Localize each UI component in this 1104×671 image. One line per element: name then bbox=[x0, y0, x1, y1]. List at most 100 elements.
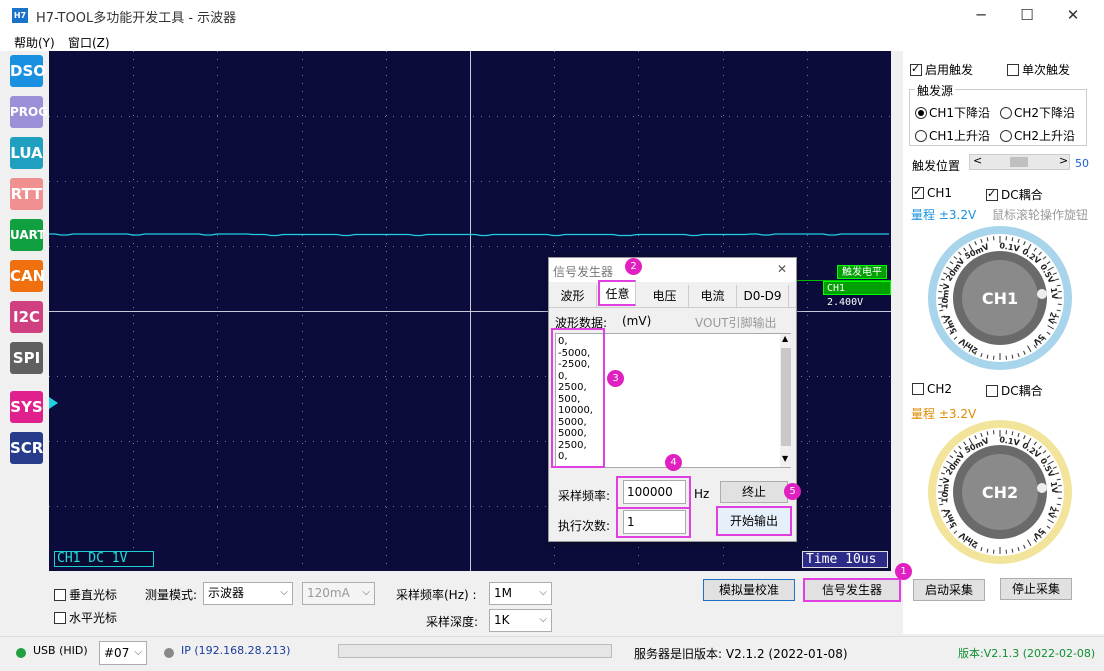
exec-count-input[interactable]: 1 bbox=[623, 510, 686, 534]
scroll-right-icon[interactable]: > bbox=[1059, 154, 1068, 167]
vertical-cursor-check[interactable] bbox=[54, 589, 66, 601]
radio-ch1-rising[interactable]: CH1上升沿 bbox=[915, 127, 990, 144]
enable-trigger-check[interactable] bbox=[910, 62, 922, 76]
tab-arbitrary[interactable]: 任意 bbox=[598, 280, 636, 306]
toolbar-rtt-button[interactable]: RTT bbox=[10, 178, 43, 210]
textarea-scrollbar[interactable]: ▲ ▼ bbox=[780, 334, 792, 467]
tab-voltage[interactable]: 电压 bbox=[641, 285, 689, 308]
trigger-source-title: 触发源 bbox=[915, 82, 956, 99]
ch1-range-knob[interactable]: CH10.1V 0.2V0.5V1V2V5V2mV5mV10mV20mV50mV bbox=[925, 223, 1075, 373]
vertical-cursor-label: 垂直光标 bbox=[69, 588, 118, 602]
ip-status-icon bbox=[164, 648, 174, 658]
radio-ch2-falling-dot[interactable] bbox=[1000, 107, 1012, 119]
ch1-offset-marker[interactable] bbox=[49, 397, 58, 409]
ch2-dc-label: DC耦合 bbox=[1001, 384, 1043, 398]
sample-depth-select[interactable]: 1K ⌵ bbox=[489, 609, 552, 632]
measure-mode-label: 测量模式: bbox=[145, 588, 198, 602]
waveform-value: 0, bbox=[558, 336, 568, 347]
ch2-dc-check[interactable] bbox=[986, 385, 998, 397]
toolbar-lua-button[interactable]: LUA bbox=[10, 137, 43, 169]
ch1-dc-checkbox[interactable]: DC耦合 bbox=[986, 186, 1043, 203]
toolbar-i2c-button[interactable]: I2C bbox=[10, 301, 43, 333]
ch2-check[interactable] bbox=[912, 383, 924, 395]
close-button[interactable]: ✕ bbox=[1050, 0, 1096, 31]
scroll-thumb[interactable] bbox=[1010, 157, 1028, 167]
dialog-sample-rate-input[interactable]: 100000 bbox=[623, 480, 686, 504]
ch2-checkbox[interactable]: CH2 bbox=[912, 382, 952, 396]
horizontal-cursor-checkbox[interactable]: 水平光标 bbox=[54, 609, 117, 626]
single-trigger-check[interactable] bbox=[1007, 64, 1019, 76]
radio-ch2-rising-dot[interactable] bbox=[1000, 130, 1012, 142]
usb-status-icon bbox=[16, 648, 26, 658]
app-version: 版本:V2.1.3 (2022-02-08) bbox=[958, 647, 1096, 660]
minimize-button[interactable]: ─ bbox=[958, 0, 1004, 31]
ch2-range-knob[interactable]: CH20.1V 0.2V0.5V1V2V5V2mV5mV10mV20mV50mV bbox=[925, 417, 1075, 567]
ch1-knob-label: CH1 bbox=[982, 289, 1018, 308]
toolbar-sys-button[interactable]: SYS bbox=[10, 391, 43, 423]
toolbar-dso-button[interactable]: DSO bbox=[10, 55, 46, 87]
hz-unit: Hz bbox=[694, 487, 710, 501]
maximize-button[interactable]: ☐ bbox=[1004, 0, 1050, 31]
dialog-title: 信号发生器 bbox=[553, 265, 614, 279]
radio-ch2-rising[interactable]: CH2上升沿 bbox=[1000, 127, 1075, 144]
trigger-level-flag[interactable]: 触发电平 bbox=[837, 265, 887, 279]
trigger-position-value: 50 bbox=[1075, 157, 1089, 170]
toolbar-can-button[interactable]: CAN bbox=[10, 260, 45, 292]
scroll-left-icon[interactable]: < bbox=[973, 154, 982, 167]
ch2-dc-checkbox[interactable]: DC耦合 bbox=[986, 382, 1043, 399]
stop-capture-button[interactable]: 停止采集 bbox=[1000, 578, 1072, 600]
start-output-button[interactable]: 开始输出 bbox=[716, 506, 792, 536]
tab-current[interactable]: 电流 bbox=[689, 285, 737, 308]
annotation-badge-4: 4 bbox=[665, 454, 682, 471]
toolbar-prog-button[interactable]: PROG bbox=[10, 96, 48, 128]
ch2-knob-indicator bbox=[1037, 483, 1047, 493]
sample-rate-value: 1M bbox=[494, 586, 512, 600]
sample-rate-select[interactable]: 1M ⌵ bbox=[489, 582, 552, 605]
toolbar-scr-button[interactable]: SCR bbox=[10, 432, 43, 464]
tab-waveform[interactable]: 波形 bbox=[549, 285, 597, 308]
knob-hint: 鼠标滚轮操作旋钮 bbox=[992, 208, 1089, 222]
current-select[interactable]: 120mA ⌵ bbox=[302, 582, 375, 605]
ch1-label: CH1 bbox=[927, 186, 953, 200]
vertical-cursor-checkbox[interactable]: 垂直光标 bbox=[54, 586, 117, 603]
scroll-down-icon[interactable]: ▼ bbox=[782, 454, 788, 463]
right-panel: 启用触发 单次触发 触发源 CH1下降沿 CH2下降沿 CH1上升沿 CH2上升… bbox=[903, 51, 1104, 634]
radio-ch2-falling[interactable]: CH2下降沿 bbox=[1000, 104, 1075, 121]
dialog-close-icon[interactable]: ✕ bbox=[777, 262, 787, 276]
scroll-up-icon[interactable]: ▲ bbox=[782, 334, 788, 343]
trigger-position-label: 触发位置 bbox=[912, 159, 961, 173]
menu-help[interactable]: 帮助(Y) bbox=[14, 34, 55, 51]
dialog-stop-button[interactable]: 终止 bbox=[720, 481, 788, 503]
scroll-thumb[interactable] bbox=[781, 348, 791, 446]
toolbar-spi-button[interactable]: SPI bbox=[10, 342, 43, 374]
ch1-dc-check[interactable] bbox=[986, 187, 998, 201]
calibrate-button[interactable]: 模拟量校准 bbox=[703, 579, 795, 601]
single-trigger-checkbox[interactable]: 单次触发 bbox=[1007, 61, 1070, 78]
radio-ch1-falling[interactable]: CH1下降沿 bbox=[915, 104, 990, 121]
waveform-data-values: 0, -5000, -2500, 0, 2500, 500, 10000, 5000, 5000… bbox=[558, 336, 593, 463]
device-select[interactable]: #07 ⌵ bbox=[99, 641, 147, 665]
ch1-dc-label: DC耦合 bbox=[1001, 188, 1043, 202]
start-capture-button[interactable]: 启动采集 bbox=[913, 579, 985, 601]
enable-trigger-checkbox[interactable]: 启用触发 bbox=[910, 61, 973, 78]
radio-ch1-rising-label: CH1上升沿 bbox=[929, 129, 991, 143]
tab-d0-d9[interactable]: D0-D9 bbox=[737, 285, 789, 308]
radio-ch1-rising-dot[interactable] bbox=[915, 130, 927, 142]
trigger-position-scrollbar[interactable]: < > bbox=[969, 154, 1070, 170]
ch1-checkbox[interactable]: CH1 bbox=[912, 185, 953, 200]
signal-generator-button[interactable]: 信号发生器 bbox=[803, 578, 901, 602]
toolbar-uart-button[interactable]: UART bbox=[10, 219, 46, 251]
radio-ch1-falling-dot[interactable] bbox=[915, 107, 927, 119]
timebase-label: Time 10us bbox=[802, 551, 888, 568]
menu-window[interactable]: 窗口(Z) bbox=[68, 34, 110, 51]
horizontal-cursor-check[interactable] bbox=[54, 612, 66, 624]
chevron-down-icon: ⌵ bbox=[539, 614, 547, 625]
ip-status: IP (192.168.28.213) bbox=[181, 644, 291, 657]
sample-rate-label: 采样频率(Hz) : bbox=[396, 588, 477, 602]
ch1-check[interactable] bbox=[912, 185, 924, 199]
waveform-value: 2500, bbox=[558, 439, 587, 451]
device-value: #07 bbox=[104, 646, 130, 660]
annotation-badge-3: 3 bbox=[607, 370, 624, 387]
measure-mode-select[interactable]: 示波器 ⌵ bbox=[203, 582, 293, 605]
trigger-level-value: CH1 2.400V bbox=[823, 281, 891, 308]
